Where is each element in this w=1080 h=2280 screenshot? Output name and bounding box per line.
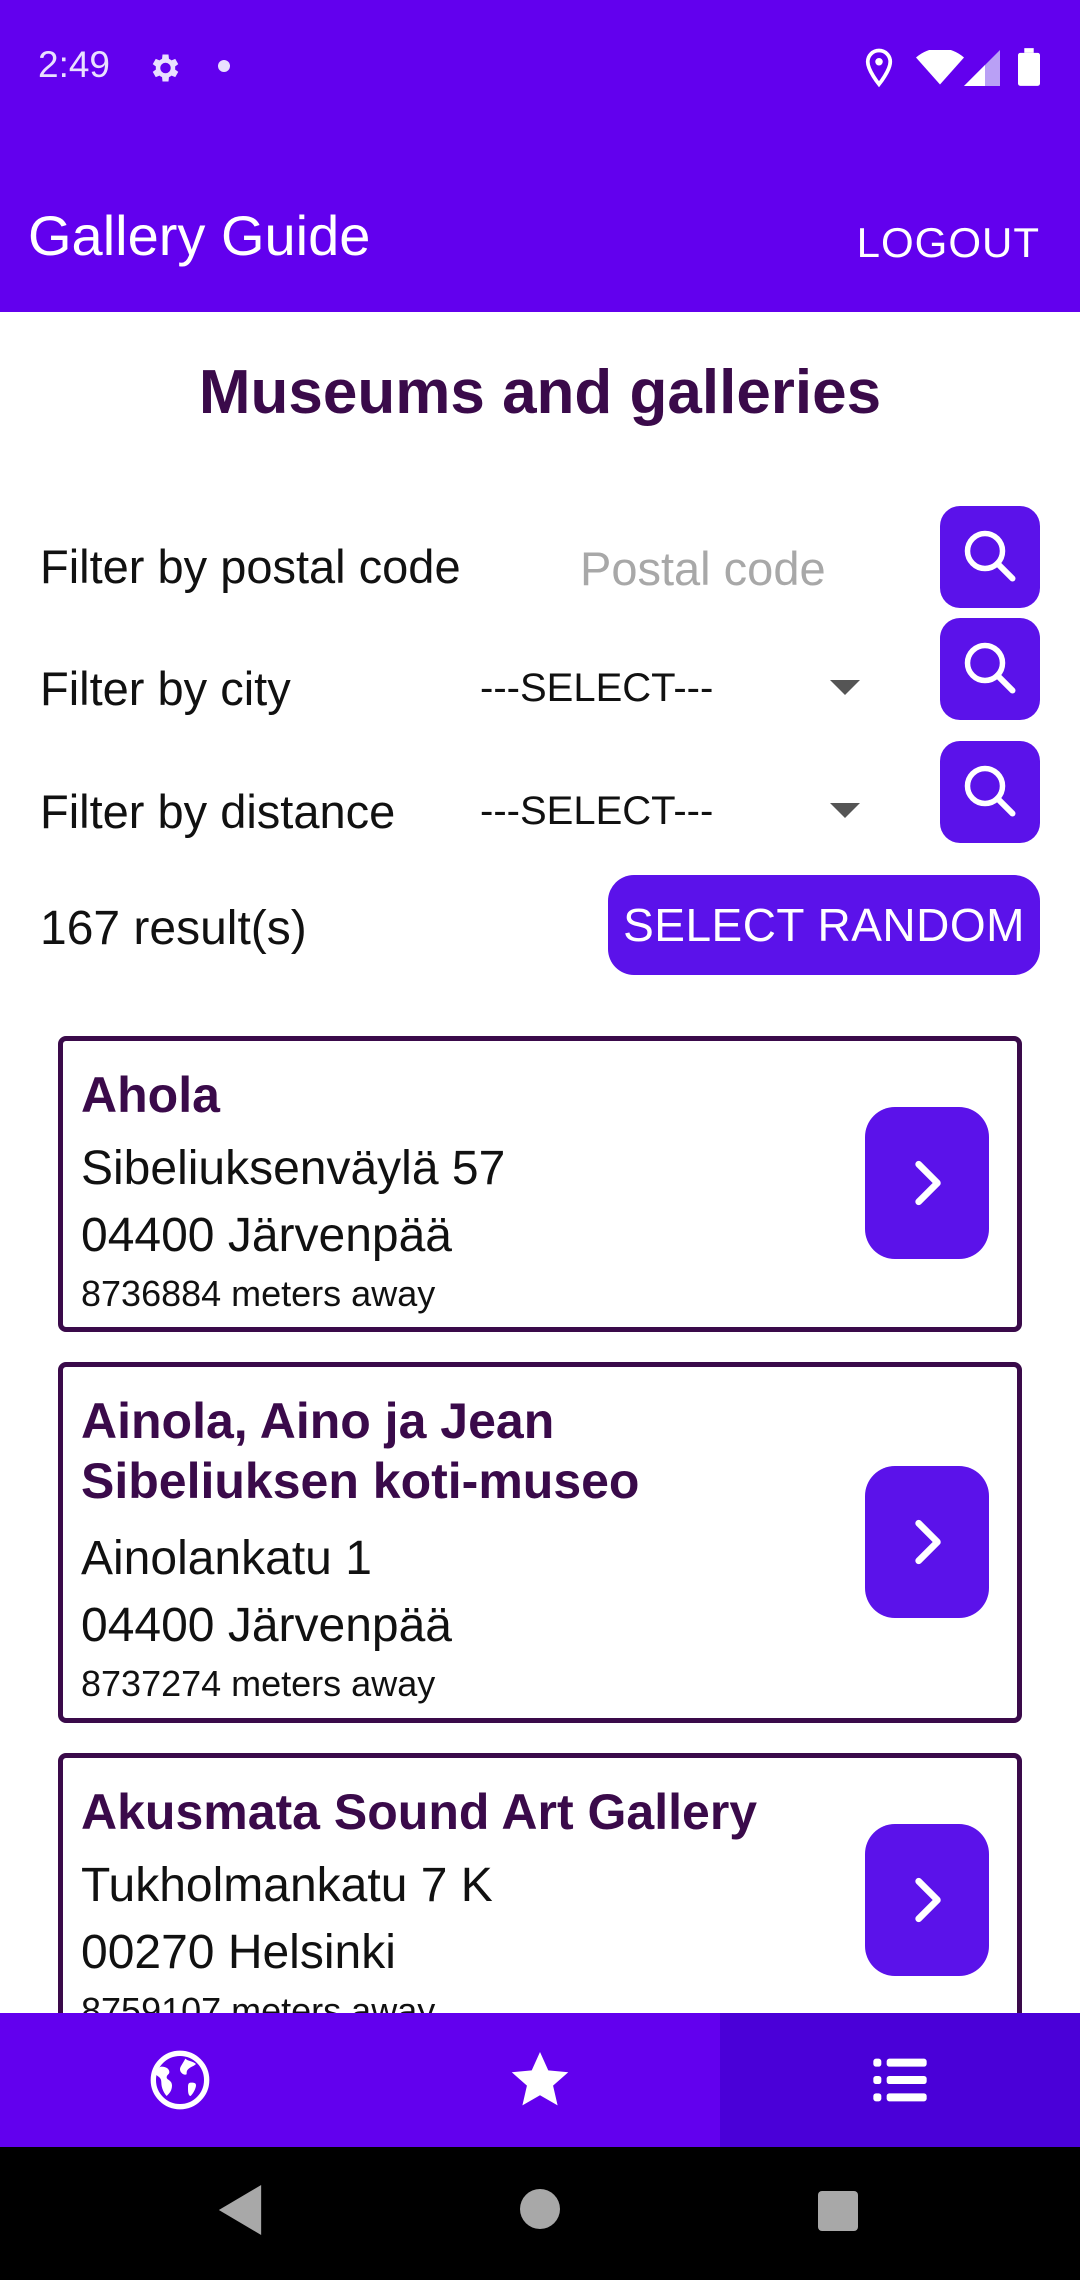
- place-distance: 8759107 meters away: [81, 1990, 436, 2014]
- place-distance: 8736884 meters away: [81, 1273, 436, 1314]
- app-title: Gallery Guide: [28, 204, 371, 267]
- place-postal-city: 04400 Järvenpää: [81, 1209, 452, 1262]
- distance-filter-label: Filter by distance: [40, 785, 396, 838]
- open-place-button[interactable]: [865, 1466, 989, 1618]
- location-icon: [865, 48, 893, 88]
- nav-favorites[interactable]: [360, 2013, 720, 2147]
- distance-select[interactable]: ---SELECT---: [480, 775, 860, 845]
- chevron-right-icon: [915, 1160, 941, 1206]
- city-select[interactable]: ---SELECT---: [480, 652, 860, 722]
- back-icon[interactable]: [218, 2185, 262, 2235]
- bottom-navigation: [0, 2013, 1080, 2147]
- place-street: Ainolankatu 1: [81, 1532, 372, 1585]
- recent-apps-icon[interactable]: [818, 2191, 858, 2231]
- page-title: Museums and galleries: [198, 358, 882, 427]
- globe-icon: [150, 2050, 210, 2110]
- results-count: 167 result(s): [40, 902, 307, 955]
- status-bar: 2:49: [0, 0, 1080, 135]
- list-item[interactable]: Ahola Sibeliuksenväylä 57 04400 Järvenpä…: [58, 1036, 1022, 1332]
- place-distance: 8737274 meters away: [81, 1663, 436, 1704]
- distance-search-button[interactable]: [940, 741, 1040, 843]
- dropdown-arrow-icon: [830, 803, 860, 818]
- search-icon: [964, 642, 1016, 694]
- place-name: Ahola: [81, 1067, 220, 1123]
- chevron-right-icon: [915, 1519, 941, 1565]
- wifi-icon: [916, 50, 964, 85]
- notification-dot: [218, 60, 230, 72]
- postal-code-input[interactable]: [580, 538, 870, 598]
- place-street: Tukholmankatu 7 K: [81, 1859, 493, 1912]
- list-item[interactable]: Akusmata Sound Art Gallery Tukholmankatu…: [58, 1753, 1022, 2013]
- search-icon: [964, 530, 1016, 582]
- system-navigation-bar: [0, 2147, 1080, 2280]
- distance-select-value: ---SELECT---: [480, 789, 714, 833]
- open-place-button[interactable]: [865, 1107, 989, 1259]
- place-street: Sibeliuksenväylä 57: [81, 1142, 506, 1195]
- chevron-right-icon: [915, 1877, 941, 1923]
- postal-filter-label: Filter by postal code: [40, 540, 461, 593]
- nav-map[interactable]: [0, 2013, 360, 2147]
- search-icon: [964, 765, 1016, 817]
- signal-icon: [964, 50, 1000, 86]
- logout-button[interactable]: LOGOUT: [857, 222, 1040, 264]
- app-bar: 2:49 Gallery Guide LOGOUT: [0, 0, 1080, 312]
- place-postal-city: 04400 Järvenpää: [81, 1599, 452, 1652]
- postal-search-button[interactable]: [940, 506, 1040, 608]
- dropdown-arrow-icon: [830, 680, 860, 695]
- results-list[interactable]: Ahola Sibeliuksenväylä 57 04400 Järvenpä…: [0, 1010, 1080, 2013]
- nav-list[interactable]: [720, 2013, 1080, 2147]
- city-search-button[interactable]: [940, 618, 1040, 720]
- place-name: Ainola, Aino ja Jean Sibeliuksen koti-mu…: [81, 1393, 640, 1509]
- place-postal-city: 00270 Helsinki: [81, 1926, 396, 1979]
- settings-icon: [152, 54, 179, 82]
- star-icon: [511, 2052, 569, 2106]
- list-item[interactable]: Ainola, Aino ja Jean Sibeliuksen koti-mu…: [58, 1362, 1022, 1723]
- city-select-value: ---SELECT---: [480, 666, 714, 710]
- battery-icon: [1018, 48, 1040, 86]
- open-place-button[interactable]: [865, 1824, 989, 1976]
- select-random-button[interactable]: SELECT RANDOM: [608, 875, 1040, 975]
- list-icon: [873, 2058, 927, 2102]
- city-filter-label: Filter by city: [40, 662, 291, 715]
- home-icon[interactable]: [520, 2189, 560, 2229]
- place-name: Akusmata Sound Art Gallery: [81, 1784, 758, 1840]
- status-time: 2:49: [38, 44, 111, 85]
